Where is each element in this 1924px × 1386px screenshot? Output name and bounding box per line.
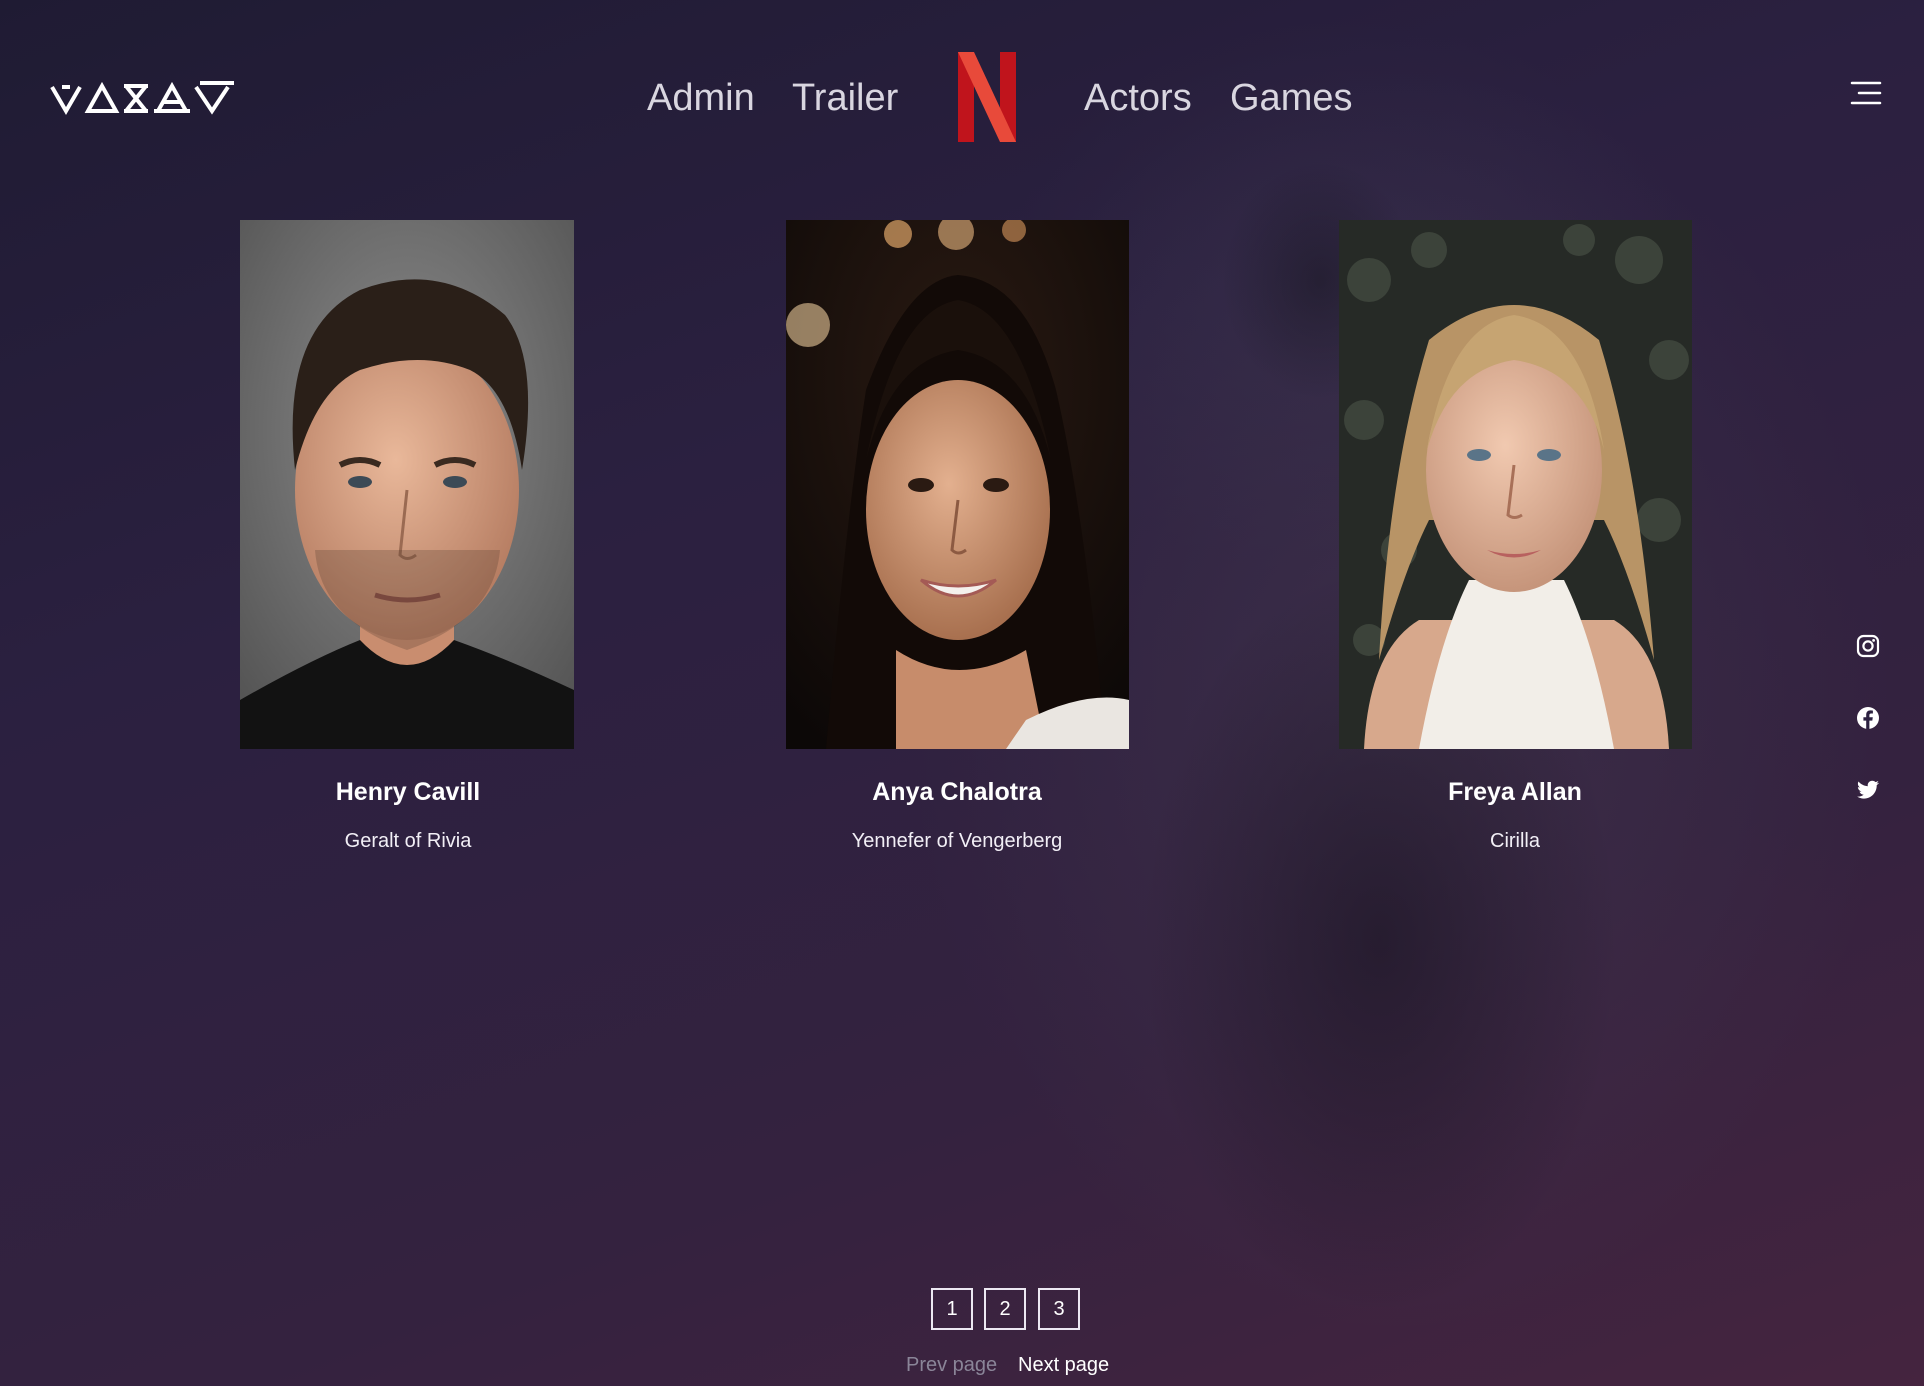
witcher-runes-logo[interactable]	[50, 78, 236, 118]
facebook-icon[interactable]	[1856, 706, 1880, 730]
prev-page-button[interactable]: Prev page	[906, 1354, 997, 1377]
actor-role: Cirilla	[1490, 830, 1540, 852]
nav-trailer-link[interactable]: Trailer	[792, 72, 898, 124]
actor-role: Geralt of Rivia	[344, 830, 472, 852]
actor-name: Henry Cavill	[335, 778, 481, 806]
actor-role: Yennefer of Vengerberg	[851, 830, 1063, 852]
actor-photo[interactable]	[786, 220, 1129, 749]
nav-games-link[interactable]: Games	[1230, 72, 1352, 124]
netflix-n-logo[interactable]	[958, 52, 1016, 142]
page-1-button[interactable]: 1	[931, 1288, 973, 1330]
instagram-icon[interactable]	[1856, 634, 1880, 658]
nav-admin-link[interactable]: Admin	[647, 72, 755, 124]
actor-name: Freya Allan	[1448, 778, 1582, 806]
twitter-icon[interactable]	[1856, 778, 1880, 802]
actor-name: Anya Chalotra	[872, 778, 1042, 806]
actor-photo[interactable]	[240, 220, 574, 749]
actor-photo[interactable]	[1339, 220, 1692, 749]
nav-actors-link[interactable]: Actors	[1084, 72, 1192, 124]
page-3-button[interactable]: 3	[1038, 1288, 1080, 1330]
next-page-button[interactable]: Next page	[1018, 1354, 1109, 1377]
page-2-button[interactable]: 2	[984, 1288, 1026, 1330]
hamburger-menu-icon[interactable]	[1850, 80, 1882, 106]
